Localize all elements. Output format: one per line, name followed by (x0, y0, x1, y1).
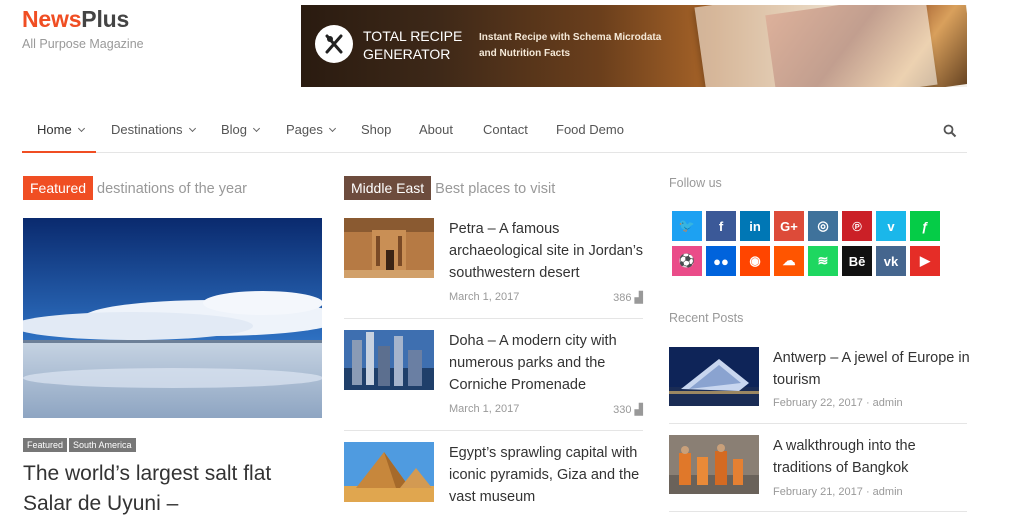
main-nav: Home Destinations Blog Pages Shop About … (22, 106, 967, 153)
post-title-doha[interactable]: Doha – A modern city with numerous parks… (449, 330, 649, 396)
chevron-down-icon (328, 124, 336, 133)
nav-label: Pages (286, 122, 323, 137)
featured-post-title[interactable]: The world’s largest salt flat Salar de U… (23, 459, 323, 519)
post-date: March 1, 2017 (449, 291, 520, 303)
soundcloud-icon[interactable]: ☁ (774, 246, 804, 276)
nav-label: Blog (221, 122, 248, 137)
nav-label: Home (37, 122, 72, 137)
nav-active-indicator (22, 151, 96, 153)
divider (344, 318, 643, 319)
spotify-icon[interactable]: ≋ (808, 246, 838, 276)
recent-thumbnail-antwerp[interactable] (669, 347, 759, 406)
recent-post-title-bangkok[interactable]: A walkthrough into the traditions of Ban… (773, 435, 973, 479)
nav-label: Destinations (111, 122, 183, 137)
nav-item-home[interactable]: Home (37, 122, 85, 137)
nav-item-pages[interactable]: Pages (286, 122, 336, 137)
nav-item-shop[interactable]: Shop (361, 122, 391, 137)
chevron-down-icon (252, 124, 261, 133)
linkedin-icon[interactable]: in (740, 211, 770, 241)
recent-post-meta: February 22, 2017 · admin (773, 397, 903, 409)
middle-east-tag[interactable]: Middle East (344, 176, 432, 200)
post-views: 330 ▟ (590, 403, 643, 416)
chevron-down-icon (188, 124, 196, 133)
nav-item-contact[interactable]: Contact (483, 122, 528, 137)
views-count: 330 (613, 404, 632, 416)
logo-part2: Plus (81, 6, 130, 32)
facebook-icon[interactable]: f (706, 211, 736, 241)
middle-section-header: Middle East Best places to visit (344, 176, 555, 200)
divider (344, 430, 643, 431)
post-title-petra[interactable]: Petra – A famous archaeological site in … (449, 218, 649, 284)
flickr-icon[interactable]: ●● (706, 246, 736, 276)
vk-icon[interactable]: vk (876, 246, 906, 276)
recent-post-date: February 22, 2017 (773, 397, 863, 409)
follow-us-heading: Follow us (669, 176, 722, 190)
recent-posts-heading: Recent Posts (669, 311, 744, 325)
nav-label: Food Demo (556, 122, 624, 137)
banner-title: TOTAL RECIPE GENERATOR (363, 28, 463, 62)
chart-icon: ▟ (634, 292, 643, 304)
nav-item-food-demo[interactable]: Food Demo (556, 122, 624, 137)
chevron-down-icon (77, 124, 85, 133)
views-count: 386 (613, 292, 632, 304)
nav-label: Shop (361, 122, 392, 137)
nav-item-about[interactable]: About (419, 122, 453, 137)
nav-label: About (419, 122, 453, 137)
google-plus-icon[interactable]: G+ (774, 211, 804, 241)
banner-recipe-card (694, 5, 938, 87)
divider (669, 423, 967, 424)
nav-item-destinations[interactable]: Destinations (111, 122, 196, 137)
post-title-egypt[interactable]: Egypt’s sprawling capital with iconic py… (449, 442, 649, 508)
featured-section-header: Featured destinations of the year (23, 176, 247, 200)
nav-item-blog[interactable]: Blog (221, 122, 261, 137)
site-logo[interactable]: NewsPlus (22, 6, 129, 33)
post-thumbnail-petra[interactable] (344, 218, 434, 278)
featured-chips: Featured South America (23, 435, 138, 453)
recent-thumbnail-bangkok[interactable] (669, 435, 759, 494)
fork-knife-icon (315, 25, 353, 63)
featured-tag[interactable]: Featured (23, 176, 94, 200)
post-thumbnail-egypt[interactable] (344, 442, 434, 502)
recent-post-meta: February 21, 2017 · admin (773, 486, 903, 498)
logo-part1: News (22, 6, 82, 32)
recent-post-title-antwerp[interactable]: Antwerp – A jewel of Europe in tourism (773, 347, 973, 391)
recent-post-author[interactable]: admin (873, 397, 903, 409)
recent-post-date: February 21, 2017 (773, 486, 863, 498)
post-thumbnail-doha[interactable] (344, 330, 434, 390)
twitter-icon[interactable]: 🐦 (672, 211, 702, 241)
banner-ad[interactable]: TOTAL RECIPE GENERATOR Instant Recipe wi… (301, 5, 967, 87)
nav-label: Contact (483, 122, 528, 137)
behance-icon[interactable]: Bē (842, 246, 872, 276)
featured-heading: destinations of the year (97, 181, 247, 197)
instagram-icon[interactable]: ◎ (808, 211, 838, 241)
pinterest-icon[interactable]: ℗ (842, 211, 872, 241)
youtube-icon[interactable]: ▶ (910, 246, 940, 276)
recent-post-author[interactable]: admin (873, 486, 903, 498)
site-tagline: All Purpose Magazine (22, 37, 144, 51)
vimeo-icon[interactable]: v (876, 211, 906, 241)
banner-subtitle: Instant Recipe with Schema Microdata and… (479, 32, 662, 59)
deviantart-icon[interactable]: ƒ (910, 211, 940, 241)
featured-image[interactable] (23, 218, 322, 418)
chip-south-america[interactable]: South America (69, 438, 136, 452)
middle-heading: Best places to visit (435, 181, 556, 197)
post-date: March 1, 2017 (449, 403, 520, 415)
search-icon[interactable] (943, 124, 957, 138)
divider (669, 511, 967, 512)
chart-icon: ▟ (634, 404, 643, 416)
dribbble-icon[interactable]: ⚽ (672, 246, 702, 276)
post-views: 386 ▟ (590, 291, 643, 304)
reddit-icon[interactable]: ◉ (740, 246, 770, 276)
chip-featured[interactable]: Featured (23, 438, 68, 452)
